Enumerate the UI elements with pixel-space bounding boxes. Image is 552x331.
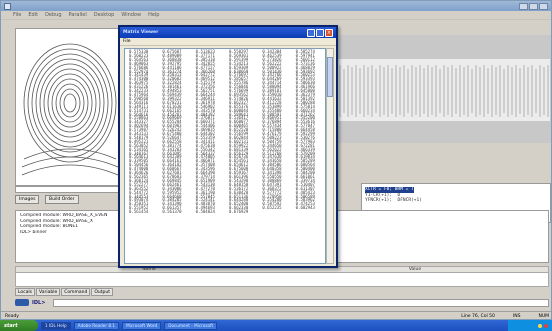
dialog-menu-file[interactable]: File	[123, 39, 131, 44]
taskbar-item[interactable]: 1 IDL Help	[41, 321, 71, 330]
status-text: Ready	[5, 313, 19, 319]
variables-grid	[15, 273, 549, 287]
scrollbar-thumb[interactable]	[327, 57, 333, 97]
taskbar-item[interactable]: Document - Microsoft	[164, 321, 218, 330]
tab-strip: Locals Variable Command Output	[15, 288, 114, 296]
code-line-3: YFNCR(+1); DFNCR(+1)	[365, 198, 422, 203]
menubar: File Edit Debug Parallel Desktop Window …	[1, 11, 551, 20]
matrix-cell: 0.584824	[195, 209, 215, 215]
dialog-maximize-button[interactable]	[316, 28, 324, 37]
app-titlebar	[1, 1, 551, 11]
build-order-button[interactable]: Build Order	[45, 195, 79, 204]
code-line-1: XCTR = F0; BRM = T	[365, 187, 414, 193]
tray-icon[interactable]	[544, 323, 548, 328]
menu-file[interactable]: File	[13, 12, 21, 18]
cursor-position: Line 76, Col 50	[461, 313, 495, 319]
image-scrollbar[interactable]	[15, 186, 123, 193]
matrix-dialog: Matrix Viewer × File 0.575338 0.675687 0.5…	[118, 25, 338, 268]
images-button[interactable]: Images	[15, 195, 40, 204]
tab-output[interactable]: Output	[91, 288, 114, 296]
command-prompt: IDL>	[32, 299, 46, 306]
fingerprint-image	[15, 28, 123, 186]
minimize-button[interactable]	[519, 2, 528, 10]
menu-debug[interactable]: Debug	[45, 12, 61, 18]
idl-logo-icon	[15, 299, 29, 306]
waveform-plot	[329, 35, 551, 143]
matrix-row: 0.561454 0.561370 0.584824 0.676929	[128, 209, 325, 215]
matrix-table-view[interactable]: 0.575338 0.675687 0.513623 0.558297 0.342384…	[124, 48, 326, 264]
tray-icon[interactable]	[538, 323, 542, 328]
maximize-button[interactable]	[529, 2, 538, 10]
matrix-cell	[261, 210, 294, 214]
taskbar: start 1 IDL Help Adobe Reader 8.1 Micros…	[0, 320, 552, 331]
status-bar: Ready Line 76, Col 50 INS NUM	[1, 311, 551, 319]
menu-edit[interactable]: Edit	[28, 12, 38, 18]
dialog-title: Matrix Viewer	[123, 30, 159, 35]
matrix-cell: 0.676929	[228, 209, 249, 215]
waveform-band	[334, 59, 550, 121]
insert-mode: INS	[512, 313, 521, 319]
system-tray	[508, 320, 552, 331]
window-controls	[519, 2, 548, 10]
app-icon	[4, 2, 11, 10]
taskbar-item[interactable]: Adobe Reader 8.1	[73, 321, 120, 330]
tab-locals[interactable]: Locals	[15, 288, 36, 296]
menu-window[interactable]: Window	[121, 12, 141, 18]
matrix-cell: 0.561454	[129, 209, 149, 215]
menu-help[interactable]: Help	[148, 12, 159, 18]
dialog-scrollbar[interactable]	[326, 48, 334, 264]
tab-command[interactable]: Command	[61, 288, 91, 296]
command-input[interactable]	[53, 299, 549, 307]
dialog-menubar: File	[120, 38, 336, 46]
dialog-controls: ×	[307, 28, 333, 37]
menu-desktop[interactable]: Desktop	[94, 12, 115, 18]
matrix-cell: 0.561370	[162, 209, 182, 215]
command-line: IDL>	[15, 299, 45, 306]
fingerprint-icon	[21, 43, 119, 176]
dialog-close-button[interactable]: ×	[325, 28, 333, 37]
menu-parallel[interactable]: Parallel	[69, 12, 87, 18]
start-button[interactable]: start	[0, 320, 38, 331]
matrix-cell	[295, 210, 325, 214]
numlock-indicator: NUM	[538, 313, 549, 319]
dialog-minimize-button[interactable]	[307, 28, 315, 37]
tab-variable[interactable]: Variable	[36, 288, 61, 296]
close-button[interactable]	[539, 2, 548, 10]
matrix-table: 0.575338 0.675687 0.513623 0.558297 0.342384…	[128, 50, 325, 215]
dialog-titlebar[interactable]: Matrix Viewer ×	[120, 27, 336, 38]
taskbar-item[interactable]: Microsoft Word	[122, 321, 162, 330]
